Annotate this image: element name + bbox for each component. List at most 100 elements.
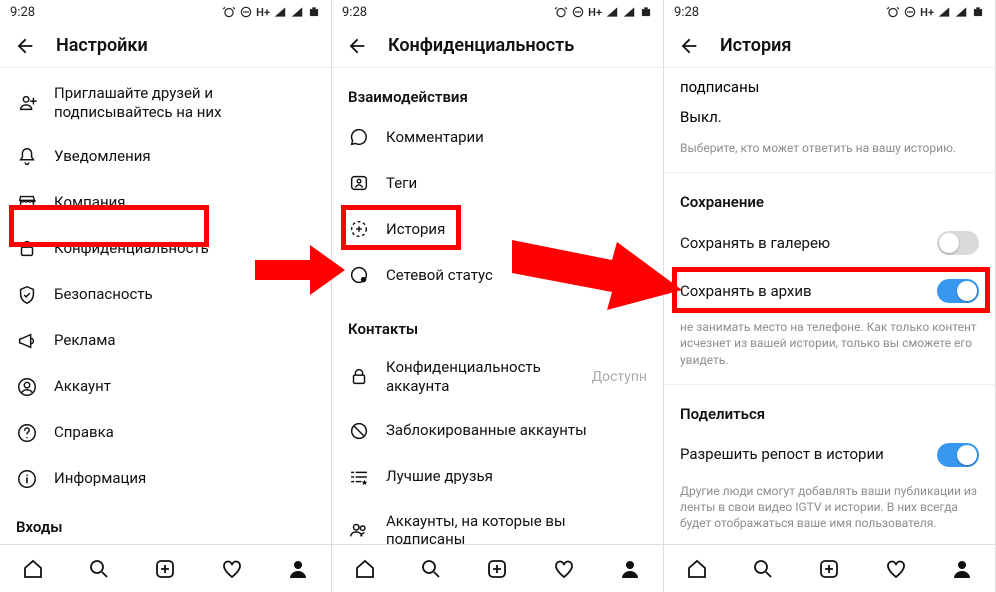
- battery-icon: [307, 5, 321, 19]
- row-label: Уведомления: [54, 147, 151, 166]
- row-privacy[interactable]: Конфиденциальность: [0, 226, 331, 272]
- back-icon[interactable]: [14, 35, 36, 57]
- nav-profile-icon[interactable]: [950, 557, 974, 581]
- panel-story: 9:28 H+ История подписаны Выкл. Выберите…: [664, 0, 996, 592]
- row-allow-reshare[interactable]: Разрешить репост в истории: [664, 431, 995, 479]
- nav-heart-icon[interactable]: [552, 557, 576, 581]
- row-invite[interactable]: Приглашайте друзей и подписывайтесь на н…: [0, 72, 331, 134]
- row-label: История: [386, 220, 445, 239]
- nav-search-icon[interactable]: [751, 557, 775, 581]
- bottom-nav: [0, 544, 331, 592]
- nav-heart-icon[interactable]: [220, 557, 244, 581]
- dnd-icon: [239, 5, 253, 19]
- signal-icon: [937, 5, 951, 19]
- bell-icon: [16, 146, 38, 168]
- alarm-icon: [222, 5, 236, 19]
- row-label: Компания: [54, 193, 125, 212]
- row-save-archive[interactable]: Сохранять в архив: [664, 267, 995, 315]
- interactions-header: Взаимодействия: [332, 72, 663, 114]
- row-label: Информация: [54, 469, 146, 488]
- row-about[interactable]: Информация: [0, 456, 331, 502]
- nav-heart-icon[interactable]: [884, 557, 908, 581]
- nav-search-icon[interactable]: [419, 557, 443, 581]
- page-title: История: [720, 35, 791, 56]
- off-text: Выкл.: [664, 98, 995, 136]
- signal2-icon: [954, 5, 968, 19]
- status-time: 9:28: [342, 5, 367, 20]
- nav-add-icon[interactable]: [485, 557, 509, 581]
- row-help[interactable]: Справка: [0, 410, 331, 456]
- help-icon: [16, 422, 38, 444]
- nav-profile-icon[interactable]: [286, 557, 310, 581]
- row-label: Заблокированные аккаунты: [386, 421, 587, 440]
- page-title: Настройки: [56, 35, 148, 56]
- toggle-allow-reshare[interactable]: [937, 443, 979, 467]
- row-tags[interactable]: Теги: [332, 160, 663, 206]
- alarm-icon: [886, 5, 900, 19]
- statusbar: 9:28 H+: [332, 0, 663, 24]
- row-story[interactable]: История: [332, 206, 663, 252]
- toggle-save-gallery[interactable]: [937, 231, 979, 255]
- signal-icon: [273, 5, 287, 19]
- reshare-hint: Другие люди смогут добавлять ваши публик…: [664, 479, 995, 544]
- lock-icon: [348, 366, 370, 388]
- row-comments[interactable]: Комментарии: [332, 114, 663, 160]
- row-notifications[interactable]: Уведомления: [0, 134, 331, 180]
- nav-search-icon[interactable]: [87, 557, 111, 581]
- row-label: Реклама: [54, 331, 116, 350]
- row-account-privacy[interactable]: Конфиденциальность аккаунта Доступн: [332, 346, 663, 408]
- reply-hint: Выберите, кто может ответить на вашу ист…: [664, 136, 995, 168]
- logins-header: Входы: [0, 502, 331, 544]
- row-save-gallery[interactable]: Сохранять в галерею: [664, 219, 995, 267]
- row-account[interactable]: Аккаунт: [0, 364, 331, 410]
- statusbar: 9:28 H+: [664, 0, 995, 24]
- signal-icon: [605, 5, 619, 19]
- status-time: 9:28: [10, 5, 35, 20]
- store-icon: [16, 192, 38, 214]
- row-label: Лучшие друзья: [386, 467, 493, 486]
- row-business[interactable]: Компания: [0, 180, 331, 226]
- status-icons: H+: [886, 5, 985, 19]
- nav-profile-icon[interactable]: [618, 557, 642, 581]
- megaphone-icon: [16, 330, 38, 352]
- row-label: Сохранять в галерею: [680, 234, 830, 253]
- bottom-nav: [664, 544, 995, 592]
- row-followed[interactable]: Аккаунты, на которые вы подписаны: [332, 500, 663, 545]
- row-label: Теги: [386, 174, 417, 193]
- row-activity-status[interactable]: Сетевой статус: [332, 252, 663, 298]
- nav-add-icon[interactable]: [817, 557, 841, 581]
- toggle-save-archive[interactable]: [937, 279, 979, 303]
- star-list-icon: [348, 466, 370, 488]
- nav-add-icon[interactable]: [153, 557, 177, 581]
- statusbar: 9:28 H+: [0, 0, 331, 24]
- signal2-icon: [622, 5, 636, 19]
- row-label: Справка: [54, 423, 114, 442]
- privacy-list: Взаимодействия Комментарии Теги История …: [332, 68, 663, 544]
- bottom-nav: [332, 544, 663, 592]
- network-label: H+: [588, 6, 602, 19]
- back-icon[interactable]: [678, 35, 700, 57]
- row-label: Разрешить репост в истории: [680, 445, 884, 464]
- tag-icon: [348, 172, 370, 194]
- row-label: Приглашайте друзей и подписывайтесь на н…: [54, 84, 315, 122]
- nav-home-icon[interactable]: [353, 557, 377, 581]
- row-ads[interactable]: Реклама: [0, 318, 331, 364]
- share-header: Поделиться: [664, 389, 995, 431]
- row-close-friends[interactable]: Лучшие друзья: [332, 454, 663, 500]
- page-title: Конфиденциальность: [388, 35, 574, 56]
- row-label: Сохранять в архив: [680, 282, 812, 301]
- row-label: Сетевой статус: [386, 266, 493, 285]
- row-security[interactable]: Безопасность: [0, 272, 331, 318]
- divider: [664, 384, 995, 385]
- back-icon[interactable]: [346, 35, 368, 57]
- row-blocked[interactable]: Заблокированные аккаунты: [332, 408, 663, 454]
- lock-icon: [16, 238, 38, 260]
- dnd-icon: [571, 5, 585, 19]
- nav-home-icon[interactable]: [21, 557, 45, 581]
- nav-home-icon[interactable]: [685, 557, 709, 581]
- network-label: H+: [256, 6, 270, 19]
- shield-icon: [16, 284, 38, 306]
- panel-privacy: 9:28 H+ Конфиденциальность Взаимодействи…: [332, 0, 664, 592]
- network-label: H+: [920, 6, 934, 19]
- contacts-header: Контакты: [332, 298, 663, 346]
